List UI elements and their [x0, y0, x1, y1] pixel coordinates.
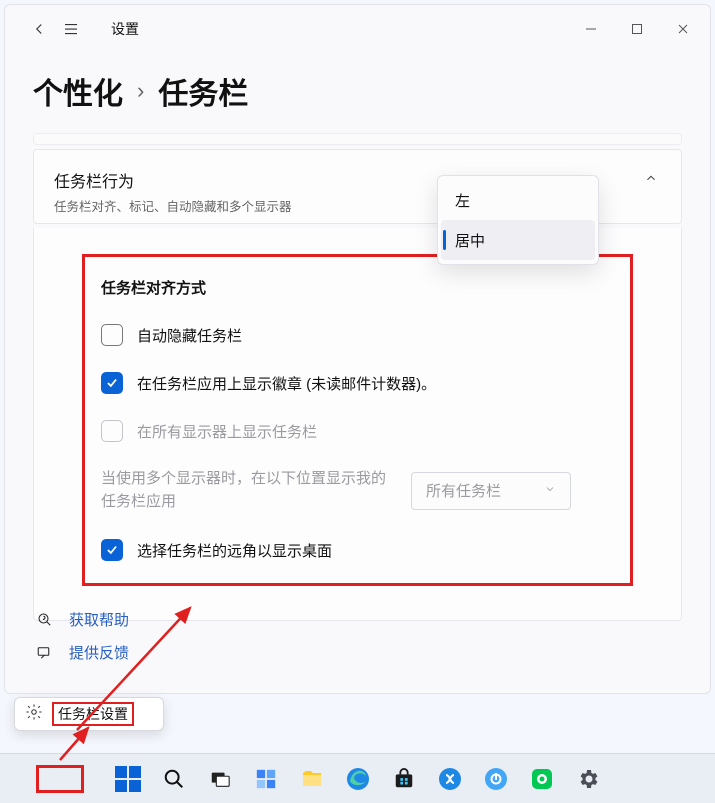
annotation-highlight-taskbar: [36, 765, 84, 793]
select-value: 所有任务栏: [426, 480, 501, 501]
app-green-button[interactable]: [527, 764, 557, 794]
feedback-link[interactable]: 提供反馈: [35, 642, 129, 663]
collapsed-card[interactable]: [33, 133, 682, 145]
option-center-label: 居中: [455, 230, 485, 251]
maximize-button[interactable]: [614, 9, 660, 49]
title-bar: 设置: [5, 5, 710, 53]
context-menu-label: 任务栏设置: [52, 702, 134, 726]
badges-label: 在任务栏应用上显示徽章 (未读邮件计数器)。: [137, 373, 436, 394]
page-title: 任务栏: [158, 69, 248, 113]
minimize-button[interactable]: [568, 9, 614, 49]
get-help-link[interactable]: 获取帮助: [35, 609, 129, 630]
show-desktop-label: 选择任务栏的远角以显示桌面: [137, 540, 332, 561]
chevron-down-icon: [544, 482, 556, 499]
get-help-label: 获取帮助: [69, 609, 129, 630]
alignment-option-left[interactable]: 左: [441, 180, 595, 220]
file-explorer-button[interactable]: [297, 764, 327, 794]
gear-icon: [25, 703, 43, 726]
auto-hide-checkbox[interactable]: [101, 324, 123, 346]
app-light-blue-button[interactable]: [481, 764, 511, 794]
store-button[interactable]: [389, 764, 419, 794]
all-displays-checkbox: [101, 420, 123, 442]
taskbar-context-menu: 任务栏设置: [14, 697, 164, 731]
edge-button[interactable]: [343, 764, 373, 794]
settings-window: 设置 个性化 › 任务栏 任务栏行为 任务栏对齐、标记、自动隐藏和多个显示器: [4, 4, 711, 694]
task-view-button[interactable]: [205, 764, 235, 794]
chevron-up-icon: [641, 168, 661, 188]
highlight-annotation: 任务栏对齐方式 自动隐藏任务栏 在任务栏应用上显示徽章 (未读邮件计数器)。 在…: [82, 254, 633, 586]
multi-display-desc: 当使用多个显示器时，在以下位置显示我的任务栏应用: [101, 468, 391, 513]
context-menu-item-taskbar-settings[interactable]: 任务栏设置: [15, 698, 163, 730]
alignment-dropdown: 左 居中: [437, 175, 599, 265]
settings-app-button[interactable]: [573, 764, 603, 794]
back-icon[interactable]: [27, 17, 51, 41]
behavior-settings-panel: 任务栏对齐方式 自动隐藏任务栏 在任务栏应用上显示徽章 (未读邮件计数器)。 在…: [33, 228, 682, 621]
alignment-option-center[interactable]: 居中: [441, 220, 595, 260]
show-desktop-checkbox[interactable]: [101, 539, 123, 561]
all-displays-label: 在所有显示器上显示任务栏: [137, 421, 317, 442]
start-button[interactable]: [113, 764, 143, 794]
option-left-label: 左: [455, 190, 470, 211]
breadcrumb: 个性化 › 任务栏: [5, 53, 710, 133]
breadcrumb-parent[interactable]: 个性化: [33, 69, 123, 113]
alignment-label: 任务栏对齐方式: [101, 277, 206, 298]
auto-hide-label: 自动隐藏任务栏: [137, 325, 242, 346]
app-blue-button[interactable]: [435, 764, 465, 794]
help-icon: [35, 610, 55, 630]
feedback-label: 提供反馈: [69, 642, 129, 663]
search-button[interactable]: [159, 764, 189, 794]
menu-icon[interactable]: [59, 17, 83, 41]
close-button[interactable]: [660, 9, 706, 49]
feedback-icon: [35, 643, 55, 663]
breadcrumb-sep-icon: ›: [137, 78, 144, 104]
multi-display-select: 所有任务栏: [411, 472, 571, 510]
badges-checkbox[interactable]: [101, 372, 123, 394]
widgets-button[interactable]: [251, 764, 281, 794]
windows-logo-icon: [115, 766, 141, 792]
taskbar[interactable]: [0, 753, 715, 803]
app-title: 设置: [111, 19, 139, 39]
